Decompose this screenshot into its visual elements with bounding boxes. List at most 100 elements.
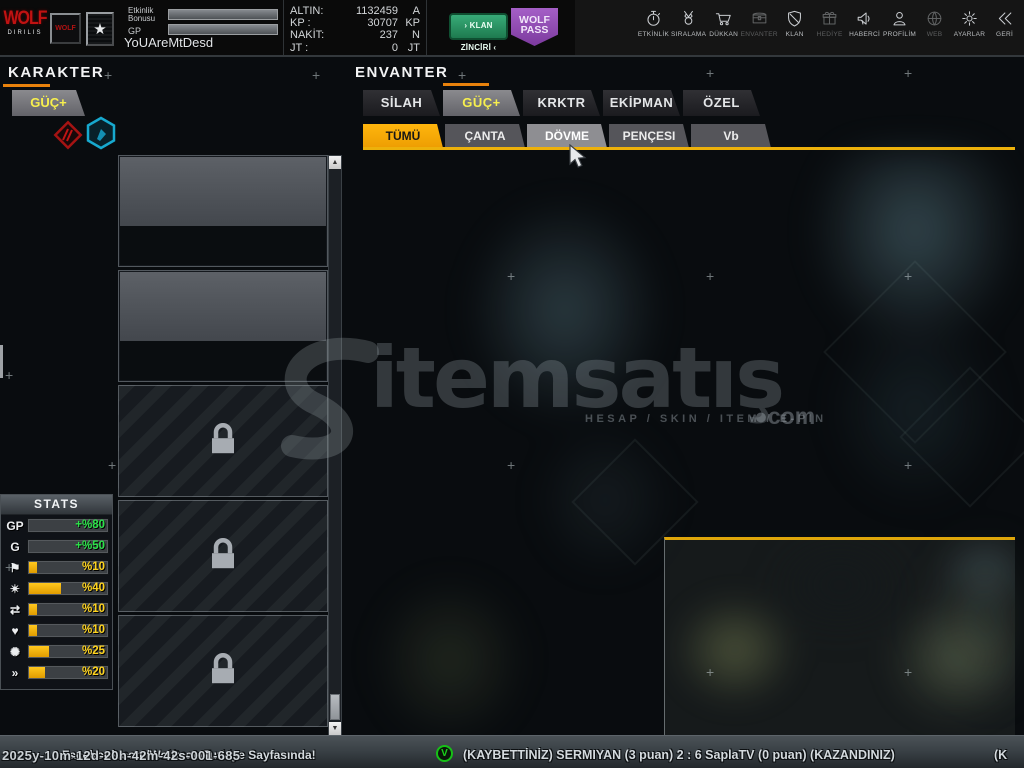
stat-row: GP +%80 [1,515,112,536]
tab--zel[interactable]: ÖZEL [683,90,760,116]
stat-row: ⚑ %10 [1,557,112,578]
stopwatch-icon [644,8,663,28]
top-bar: WOLF DIRILIS WOLF ★ Etkinlik Bonusu GP Y… [0,0,1024,57]
claw-diamond-icon[interactable] [51,118,85,152]
heart-stat-icon: ♥ [3,624,27,638]
plus-decor: + [5,560,13,574]
menu-item-web[interactable]: WEB [917,5,952,53]
chevrons-stat-icon: » [3,666,27,680]
menu-item-label: ETKİNLİK [638,31,669,38]
g-stat-icon: G [3,540,27,554]
karakter-guc-tab[interactable]: GÜÇ+ [12,90,85,116]
shield-icon [785,8,804,28]
stat-row: ♥ %10 [1,620,112,641]
lock-icon [208,651,238,687]
lock-icon [208,536,238,572]
stats-title: STATS [1,495,112,515]
tab-g-[interactable]: GÜÇ+ [443,90,520,116]
plus-decor: + [507,458,515,472]
player-name: YoUAreMtDesd [124,35,213,50]
scroll-down-button[interactable]: ▼ [329,722,341,735]
scrollbar-thumb[interactable] [330,694,340,720]
burst-stat-icon: ✴ [3,582,27,596]
currency-row: JT : 0 JT [290,42,420,54]
plus-decor: + [904,665,912,679]
menu-item-siralama[interactable]: SIRALAMA [671,5,706,53]
plus-decor: + [5,368,13,382]
megaphone-icon [855,8,874,28]
currency-value: 237 [334,29,398,41]
currency-label: JT : [290,42,334,54]
menu-item-label: KLAN [786,31,804,38]
tab-si-lah[interactable]: SİLAH [363,90,440,116]
globe-icon [925,8,944,28]
menu-item-label: SIRALAMA [671,31,706,38]
censored-content-blur [664,537,1015,735]
wolfteam-inventory-screen: + + + + + + + + + + + + + + + itemsatış … [0,0,1024,768]
plus-decor: + [904,66,912,80]
menu-item-label: HEDİYE [817,31,843,38]
mini-wolf-badge[interactable]: WOLF [50,13,81,44]
stat-value: +%80 [25,519,105,532]
slot-item-image [120,157,326,226]
plus-decor: + [507,269,515,283]
wolf-pass-button[interactable]: WOLF PASS [511,8,558,46]
swap-stat-icon: ⇄ [3,603,27,617]
menu-item-label: HABERCİ [849,31,880,38]
menu-item-haberci-[interactable]: HABERCİ [847,5,882,53]
karakter-slot[interactable] [118,385,328,497]
match-result-overflow: (K [994,748,1007,762]
karakter-slot[interactable] [118,155,328,267]
stat-value: %20 [25,666,105,679]
karakter-scrollbar[interactable]: ▲ ▼ [328,155,342,736]
menu-item-envanter[interactable]: ENVANTER [741,5,777,53]
character-hexagon-icon[interactable] [84,116,118,150]
stat-value: +%50 [25,540,105,553]
tab-eki-pman[interactable]: EKİPMAN [603,90,680,116]
stat-row: G +%50 [1,536,112,557]
karakter-slot[interactable] [118,270,328,382]
klan-zinciri-button[interactable]: › KLAN ZİNCİRİ ‹ [449,13,508,40]
menu-item-label: WEB [927,31,943,38]
menu-item-geri-[interactable]: GERİ [987,5,1022,53]
currency-value: 0 [334,42,398,54]
slot-item-caption [120,341,326,380]
menu-item-ayarlar[interactable]: AYARLAR [952,5,987,53]
envanter-title-underline [443,83,489,86]
menu-item-profi-li-m[interactable]: PROFİLİM [882,5,917,53]
slot-item-caption [120,226,326,265]
star-badge[interactable]: ★ [86,12,114,46]
subtab-d-vme[interactable]: DÖVME [527,124,607,148]
karakter-slot[interactable] [118,615,328,727]
currency-label: KP : [290,17,334,29]
scroll-up-button[interactable]: ▲ [329,156,341,169]
subtab-t-m-[interactable]: TÜMÜ [363,124,443,148]
stat-row: » %20 [1,662,112,683]
stat-bar: %10 [27,623,109,638]
timestamp-text: 2025y-10m-12d-20h-42m-42s-001-685 [2,748,240,763]
stat-row: ✴ %40 [1,578,112,599]
top-menu: ETKİNLİK SIRALAMA DÜKKAN ENVANTER [636,5,1022,53]
envanter-subtabs: TÜMÜ ÇANTA DÖVME PENÇESI Vb [363,124,771,148]
plus-decor: + [706,66,714,80]
match-result-text: (KAYBETTİNİZ) SERMIYAN (3 puan) 2 : 6 Sa… [463,748,895,762]
karakter-slot-list [118,155,328,736]
star-icon: ★ [93,20,106,38]
gp-bar [168,24,278,35]
menu-item-d-kkan[interactable]: DÜKKAN [706,5,741,53]
menu-item-label: GERİ [996,31,1013,38]
tab-krktr[interactable]: KRKTR [523,90,600,116]
medal-icon [679,8,698,28]
menu-item-klan[interactable]: KLAN [777,5,812,53]
subtab-pen-esi[interactable]: PENÇESI [609,124,689,148]
karakter-slot[interactable] [118,500,328,612]
subtab--anta[interactable]: ÇANTA [445,124,525,148]
menu-item-etki-nli-k[interactable]: ETKİNLİK [636,5,671,53]
menu-item-label: ENVANTER [741,31,778,38]
lock-icon [208,421,238,457]
chest-icon [750,8,769,28]
menu-item-hedi-ye[interactable]: HEDİYE [812,5,847,53]
censored-detail-panel [664,537,1015,735]
stat-value: %25 [25,645,105,658]
subtab-vb[interactable]: Vb [691,124,771,148]
